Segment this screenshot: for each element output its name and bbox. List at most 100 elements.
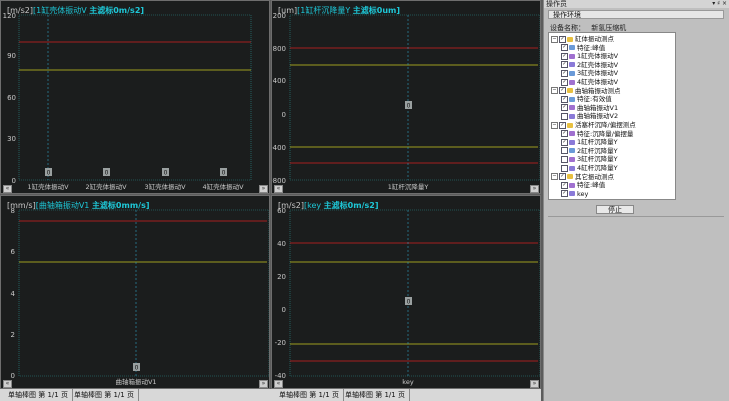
tree-item[interactable]: ✓ 3缸壳体振动V xyxy=(561,69,618,77)
scroll-right-button[interactable]: » xyxy=(259,380,268,388)
checkbox[interactable] xyxy=(561,112,568,120)
tree-item[interactable]: 曲轴箱振动V2 xyxy=(561,112,618,120)
env-button[interactable]: 操作环境 xyxy=(548,10,724,19)
x-label: 1缸杆沉降量Y xyxy=(388,182,429,191)
y-tick: 0 xyxy=(11,372,15,380)
tree-item[interactable]: ✓ 1缸杆沉降量Y xyxy=(561,138,618,146)
y-tick: 800 xyxy=(273,45,286,53)
tree-item[interactable]: ✓ 特征:峰值 xyxy=(561,181,605,189)
tree-item-label: 1缸壳体振动V xyxy=(577,52,619,61)
scroll-left-button[interactable]: « xyxy=(274,380,283,388)
scroll-left-button[interactable]: « xyxy=(274,185,283,193)
expand-toggle-icon[interactable]: − xyxy=(551,121,558,129)
scroll-right-button[interactable]: » xyxy=(530,185,539,193)
checkbox[interactable]: ✓ xyxy=(561,78,568,86)
operator-panel-title: 操作员 xyxy=(546,0,567,8)
tree-item[interactable]: ✓ 4缸壳体振动V xyxy=(561,78,618,86)
checkbox[interactable]: ✓ xyxy=(559,87,566,95)
y-tick: 60 xyxy=(277,207,286,215)
tree-item-label: 曲轴箱振动V2 xyxy=(577,112,619,121)
tree-item[interactable]: 2缸杆沉降量Y xyxy=(561,147,618,155)
bar-value: 0 xyxy=(222,170,226,177)
sensor-icon xyxy=(569,139,575,145)
y-tick: -800 xyxy=(272,177,286,185)
tree-item-label: 特征:沉降量/偏摆量 xyxy=(577,129,634,138)
checkbox[interactable] xyxy=(561,155,568,163)
checkbox[interactable]: ✓ xyxy=(559,121,566,129)
tree-item[interactable]: 3缸杆沉降量Y xyxy=(561,155,618,163)
y-tick: 30 xyxy=(7,135,16,143)
sensor-icon xyxy=(569,96,575,102)
tree-item[interactable]: ✓ 曲轴箱振动V1 xyxy=(561,104,618,112)
y-tick: 0 xyxy=(282,111,286,119)
sensor-icon xyxy=(569,70,575,76)
tree-item[interactable]: ✓ 特征:有效值 xyxy=(561,95,612,103)
stop-button[interactable]: 停止 xyxy=(596,205,634,214)
sensor-icon xyxy=(569,105,575,111)
sensor-icon xyxy=(569,113,575,119)
tab-page-4[interactable]: 单轴棒图 第 1/1 页 xyxy=(341,389,410,401)
y-tick: -40 xyxy=(275,372,286,380)
y-tick: 1200 xyxy=(272,12,286,20)
bar-value: 0 xyxy=(47,170,51,177)
tab-page-3[interactable]: 单轴棒图 第 1/1 页 xyxy=(275,389,344,401)
bar-value: 0 xyxy=(164,170,168,177)
folder-icon xyxy=(567,36,573,42)
checkbox[interactable]: ✓ xyxy=(561,130,568,138)
scroll-right-button[interactable]: » xyxy=(259,185,268,193)
tree-item[interactable]: 4缸杆沉降量Y xyxy=(561,164,618,172)
expand-toggle-icon[interactable]: − xyxy=(551,173,558,181)
sensor-icon xyxy=(569,45,575,51)
tab-page-2[interactable]: 单轴棒图 第 1/1 页 xyxy=(70,389,139,401)
bar-value: 0 xyxy=(407,103,411,110)
bar-value: 0 xyxy=(105,170,109,177)
scroll-left-button[interactable]: « xyxy=(3,185,12,193)
chart-panel-1: [m/s2][1缸壳体振动V 主滤标0m/s2] 120 90 60 30 0 … xyxy=(0,0,270,194)
tree-item[interactable]: ✓ 2缸壳体振动V xyxy=(561,61,618,69)
checkbox[interactable]: ✓ xyxy=(561,61,568,69)
x-label: 2缸壳体振动V xyxy=(85,182,127,191)
tree-item-label: 4缸壳体振动V xyxy=(577,78,619,86)
tree-item[interactable]: ✓ 1缸壳体振动V xyxy=(561,52,618,60)
checkbox[interactable]: ✓ xyxy=(561,69,568,77)
tree-group[interactable]: − ✓ 其它振动测点 xyxy=(551,173,614,181)
y-tick: 40 xyxy=(277,240,286,248)
window-controls[interactable]: ▾ ♯ × xyxy=(712,0,727,8)
tab-page-1[interactable]: 单轴棒图 第 1/1 页 xyxy=(4,389,73,401)
tree-item[interactable]: ✓ key xyxy=(561,190,588,198)
tree-item-label: 缸体振动测点 xyxy=(575,35,614,43)
device-value: 新氢压缩机 xyxy=(591,24,627,32)
tree-item-label: 曲轴箱振动V1 xyxy=(577,103,619,112)
scroll-left-button[interactable]: « xyxy=(3,380,12,388)
checkbox[interactable]: ✓ xyxy=(559,173,566,181)
tree-group[interactable]: − ✓ 曲轴箱振动测点 xyxy=(551,87,621,95)
scroll-right-button[interactable]: » xyxy=(530,380,539,388)
checkbox[interactable]: ✓ xyxy=(561,190,568,198)
x-label: 1缸壳体振动V xyxy=(27,182,69,191)
tree-item[interactable]: ✓ 特征:峰值 xyxy=(561,44,605,52)
checkbox[interactable] xyxy=(561,164,568,172)
checkbox[interactable]: ✓ xyxy=(561,44,568,52)
chart-3-svg: 8 6 4 2 0 0 曲轴箱振动V1 xyxy=(11,207,269,386)
x-label: 3缸壳体振动V xyxy=(144,182,186,191)
expand-toggle-icon[interactable]: − xyxy=(551,35,558,43)
tree-item[interactable]: ✓ 特征:沉降量/偏摆量 xyxy=(561,130,633,138)
tree-item-label: 2缸杆沉降量Y xyxy=(577,146,618,155)
expand-toggle-icon[interactable]: − xyxy=(551,87,558,95)
checkbox[interactable]: ✓ xyxy=(561,138,568,146)
tree-group[interactable]: − ✓ 活塞杆沉降/偏摆测点 xyxy=(551,121,636,129)
tree-item-label: key xyxy=(577,189,589,198)
folder-icon xyxy=(567,122,573,128)
tree-group[interactable]: − ✓ 缸体振动测点 xyxy=(551,35,614,43)
y-tick: 8 xyxy=(11,207,15,215)
checkbox[interactable]: ✓ xyxy=(561,52,568,60)
checkbox[interactable]: ✓ xyxy=(559,35,566,43)
measure-point-tree[interactable]: − ✓ 缸体振动测点 ✓ 特征:峰值 ✓ 1缸壳体振动V ✓ 2缸壳体振动V ✓ 3缸壳体振动V ✓ 4… xyxy=(548,32,676,200)
checkbox[interactable]: ✓ xyxy=(561,181,568,189)
checkbox[interactable] xyxy=(561,147,568,155)
checkbox[interactable]: ✓ xyxy=(561,95,568,103)
checkbox[interactable]: ✓ xyxy=(561,104,568,112)
tree-item-label: 特征:峰值 xyxy=(577,43,606,52)
device-label: 设备名称： xyxy=(550,24,585,32)
x-label: 4缸壳体振动V xyxy=(202,182,244,191)
